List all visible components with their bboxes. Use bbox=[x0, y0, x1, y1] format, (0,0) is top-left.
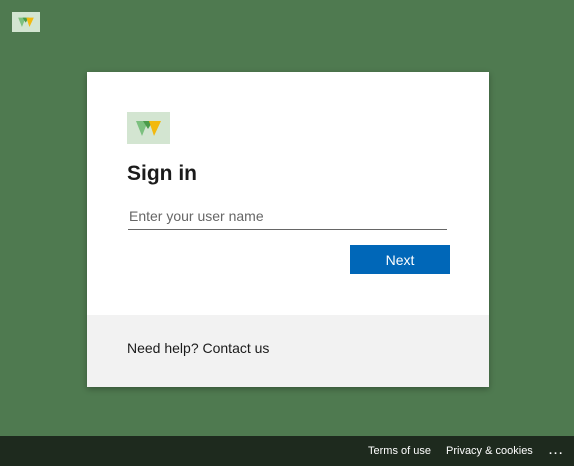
brand-logo bbox=[12, 12, 40, 32]
sign-in-card: Sign in Next Need help? Contact us bbox=[87, 72, 489, 387]
more-options-icon[interactable]: ... bbox=[549, 445, 564, 457]
terms-link[interactable]: Terms of use bbox=[368, 445, 431, 457]
footer: Terms of use Privacy & cookies ... bbox=[0, 436, 574, 466]
help-section: Need help? Contact us bbox=[87, 315, 489, 387]
next-button[interactable]: Next bbox=[350, 245, 450, 274]
username-input[interactable] bbox=[128, 203, 447, 230]
page-title: Sign in bbox=[127, 162, 197, 185]
privacy-link[interactable]: Privacy & cookies bbox=[446, 445, 533, 457]
brand-logo bbox=[127, 112, 170, 144]
help-link[interactable]: Need help? Contact us bbox=[127, 340, 269, 356]
